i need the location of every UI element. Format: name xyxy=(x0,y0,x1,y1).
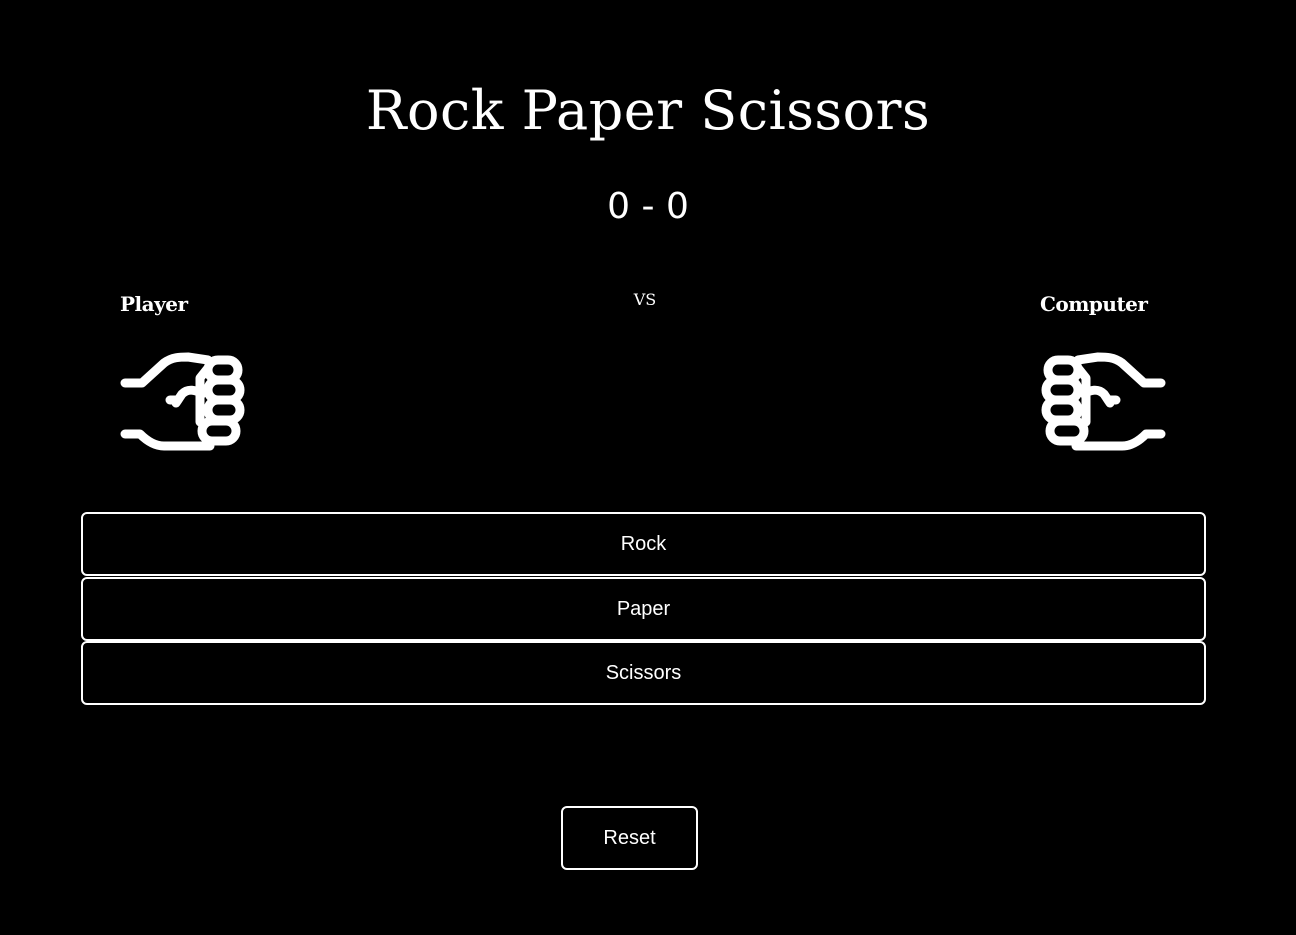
computer-label: Computer xyxy=(1040,292,1148,316)
reset-button[interactable]: Reset xyxy=(561,806,698,870)
scissors-button[interactable]: Scissors xyxy=(81,641,1206,705)
page-title: Rock Paper Scissors xyxy=(365,79,931,142)
player-hand xyxy=(118,350,248,458)
rock-button[interactable]: Rock xyxy=(81,512,1206,576)
paper-button[interactable]: Paper xyxy=(81,577,1206,641)
computer-hand xyxy=(1038,350,1168,458)
score-display: 0 - 0 xyxy=(607,186,689,227)
rock-fist-icon xyxy=(1041,352,1166,451)
rock-fist-icon xyxy=(120,352,245,451)
